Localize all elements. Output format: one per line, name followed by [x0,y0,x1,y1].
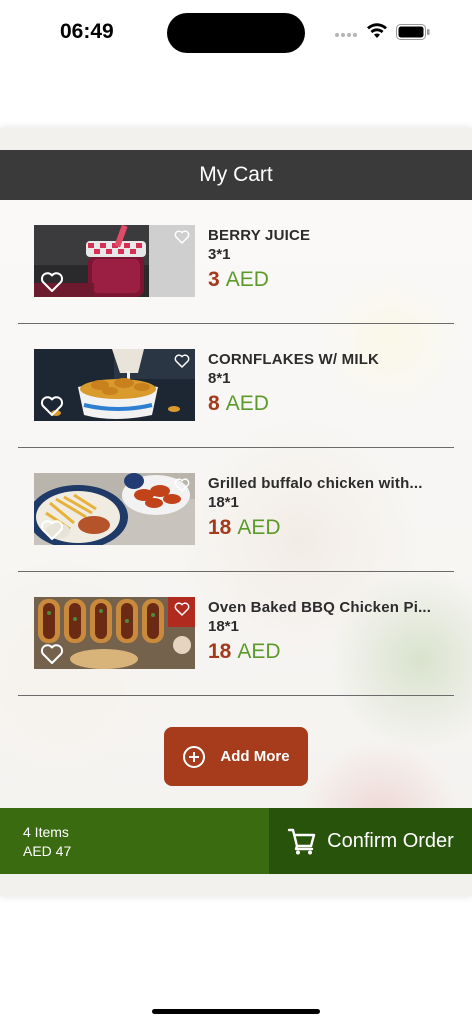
plus-circle-icon [183,745,206,768]
item-quantity: 3*1 [208,246,231,263]
dynamic-island [167,13,305,53]
order-summary: 4 Items AED 47 [0,808,269,874]
berry-juice-photo [34,225,195,297]
price-value: 18 [208,516,232,539]
favorite-icon[interactable] [40,643,64,665]
item-price: 18 AED [208,516,281,540]
favorite-icon[interactable] [40,519,64,541]
favorite-icon[interactable] [40,271,64,293]
heart-icon[interactable] [174,229,190,245]
home-indicator[interactable] [152,1009,320,1014]
price-currency: AED [225,392,269,415]
status-time: 06:49 [60,20,114,43]
checkout-bar: 4 Items AED 47 Confirm Order [0,808,472,874]
cart-icon [287,828,316,855]
price-currency: AED [237,640,281,663]
item-count: 4 Items [23,824,69,840]
cart-item[interactable]: Oven Baked BBQ Chicken Pi... 18*1 18 AED [18,572,454,696]
status-bar: 06:49 [0,0,472,64]
add-more-button[interactable]: Add More [164,727,308,786]
price-value: 8 [208,392,220,415]
wifi-icon [367,23,387,38]
item-price: 8 AED [208,392,269,416]
price-currency: AED [237,516,281,539]
item-quantity: 18*1 [208,494,239,511]
cart-panel: My Cart BERRY JUICE 3*1 3 AED CORNFLAKES… [0,128,472,896]
heart-icon[interactable] [174,353,190,369]
page-title: My Cart [199,163,273,186]
add-more-label: Add More [220,748,290,765]
signal-icon [335,33,359,39]
order-total: AED 47 [23,843,72,859]
item-name: Oven Baked BBQ Chicken Pi... [208,599,432,616]
buffalo-chicken-photo [34,473,195,545]
price-value: 18 [208,640,232,663]
cart-item[interactable]: Grilled buffalo chicken with... 18*1 18 A… [18,448,454,572]
cart-item[interactable]: BERRY JUICE 3*1 3 AED [18,200,454,324]
cart-item[interactable]: CORNFLAKES W/ MILK 8*1 8 AED [18,324,454,448]
cornflakes-photo [34,349,195,421]
item-name: CORNFLAKES W/ MILK [208,351,380,368]
bbq-chicken-photo [34,597,195,669]
item-price: 3 AED [208,268,269,292]
battery-icon [396,24,430,40]
heart-icon[interactable] [174,601,190,617]
confirm-order-button[interactable]: Confirm Order [269,808,472,874]
heart-icon[interactable] [174,477,190,493]
item-name: BERRY JUICE [208,227,311,244]
price-value: 3 [208,268,220,291]
item-name: Grilled buffalo chicken with... [208,475,423,492]
item-price: 18 AED [208,640,281,664]
page-header: My Cart [0,150,472,200]
confirm-order-label: Confirm Order [327,829,454,852]
item-quantity: 18*1 [208,618,239,635]
item-quantity: 8*1 [208,370,231,387]
favorite-icon[interactable] [40,395,64,417]
price-currency: AED [225,268,269,291]
